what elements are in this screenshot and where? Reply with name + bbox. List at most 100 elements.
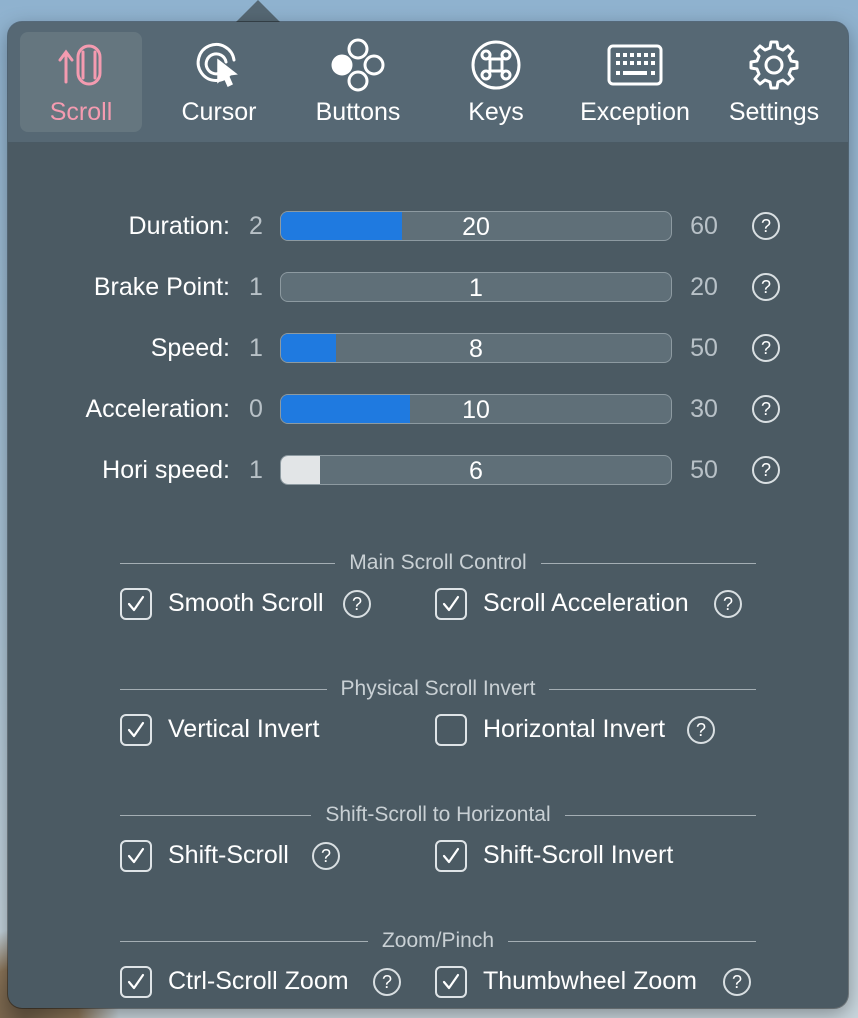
slider-max: 20 <box>690 273 718 301</box>
tab-label: Settings <box>728 98 820 126</box>
checkmark-icon <box>127 595 145 612</box>
help-button[interactable]: ? <box>723 968 751 996</box>
help-button[interactable]: ? <box>752 395 780 423</box>
speed-slider[interactable]: 8 <box>280 333 672 363</box>
brake-point-slider[interactable]: 1 <box>280 272 672 302</box>
duration-slider[interactable]: 20 <box>280 211 672 241</box>
scroll-settings-popover: Scroll Cursor Buttons Keys Exception Set… <box>8 22 848 1008</box>
slider-row-hori-speed: Hori speed: 1 6 50 ? <box>8 454 848 486</box>
slider-max: 50 <box>690 334 718 362</box>
help-button[interactable]: ? <box>687 716 715 744</box>
slider-label: Speed: <box>150 334 230 362</box>
help-button[interactable]: ? <box>752 212 780 240</box>
slider-value: 20 <box>462 213 490 241</box>
checkbox-label: Thumbwheel Zoom <box>483 967 697 995</box>
help-button[interactable]: ? <box>752 273 780 301</box>
section-title: Zoom/Pinch <box>367 929 509 952</box>
checkmark-icon <box>442 973 460 990</box>
slider-min: 1 <box>249 273 263 301</box>
help-button[interactable]: ? <box>343 590 371 618</box>
slider-max: 60 <box>690 212 718 240</box>
scroll-settings-content: Duration: 2 20 60 ? Brake Point: 1 1 20 … <box>8 143 848 1008</box>
checkmark-icon <box>127 973 145 990</box>
slider-min: 2 <box>249 212 263 240</box>
checkbox-box[interactable] <box>435 840 467 872</box>
slider-label: Duration: <box>128 212 230 240</box>
section-header-zoom-pinch: Zoom/Pinch <box>120 929 756 953</box>
checkbox-label: Shift-Scroll Invert <box>483 841 674 869</box>
shift-scroll-checkbox[interactable]: Shift-Scroll ? <box>120 840 380 874</box>
scroll-acceleration-checkbox[interactable]: Scroll Acceleration ? <box>435 588 755 622</box>
tab-label: Cursor <box>181 98 257 126</box>
horizontal-invert-checkbox[interactable]: Horizontal Invert ? <box>435 714 755 748</box>
slider-row-acceleration: Acceleration: 0 10 30 ? <box>8 393 848 425</box>
command-key-icon <box>435 38 557 92</box>
slider-value: 10 <box>462 396 490 424</box>
shift-scroll-invert-checkbox[interactable]: Shift-Scroll Invert <box>435 840 755 874</box>
help-button[interactable]: ? <box>714 590 742 618</box>
checkbox-box[interactable] <box>120 966 152 998</box>
help-button[interactable]: ? <box>373 968 401 996</box>
slider-label: Brake Point: <box>93 273 230 301</box>
section-title: Main Scroll Control <box>335 551 541 574</box>
tab-buttons[interactable]: Buttons <box>297 32 419 132</box>
tab-label: Keys <box>468 98 524 126</box>
cursor-icon <box>158 38 280 92</box>
checkbox-label: Ctrl-Scroll Zoom <box>168 967 349 995</box>
slider-value: 8 <box>469 335 483 363</box>
checkbox-label: Scroll Acceleration <box>483 589 689 617</box>
slider-max: 30 <box>690 395 718 423</box>
hori-speed-slider[interactable]: 6 <box>280 455 672 485</box>
checkbox-label: Horizontal Invert <box>483 715 666 743</box>
slider-row-duration: Duration: 2 20 60 ? <box>8 210 848 242</box>
tab-exception[interactable]: Exception <box>574 32 696 132</box>
tab-label: Buttons <box>315 98 401 126</box>
tab-keys[interactable]: Keys <box>435 32 557 132</box>
slider-value: 1 <box>469 274 483 302</box>
tab-cursor[interactable]: Cursor <box>158 32 280 132</box>
section-header-physical-scroll-invert: Physical Scroll Invert <box>120 677 756 701</box>
section-header-main-scroll-control: Main Scroll Control <box>120 551 756 575</box>
tab-scroll[interactable]: Scroll <box>20 32 142 132</box>
smooth-scroll-checkbox[interactable]: Smooth Scroll ? <box>120 588 380 622</box>
acceleration-slider[interactable]: 10 <box>280 394 672 424</box>
help-button[interactable]: ? <box>752 456 780 484</box>
thumbwheel-zoom-checkbox[interactable]: Thumbwheel Zoom ? <box>435 966 755 1000</box>
checkbox-box[interactable] <box>120 588 152 620</box>
help-button[interactable]: ? <box>752 334 780 362</box>
section-header-shift-scroll: Shift-Scroll to Horizontal <box>120 803 756 827</box>
checkbox-box[interactable] <box>120 714 152 746</box>
tab-settings[interactable]: Settings <box>713 32 835 132</box>
slider-row-speed: Speed: 1 8 50 ? <box>8 332 848 364</box>
keyboard-icon <box>574 38 696 92</box>
checkbox-box[interactable] <box>435 588 467 620</box>
slider-value: 6 <box>469 457 483 485</box>
ctrl-scroll-zoom-checkbox[interactable]: Ctrl-Scroll Zoom ? <box>120 966 410 1000</box>
slider-label: Acceleration: <box>85 395 230 423</box>
slider-min: 1 <box>249 334 263 362</box>
tab-label: Exception <box>580 98 690 126</box>
section-title: Physical Scroll Invert <box>326 677 550 700</box>
vertical-invert-checkbox[interactable]: Vertical Invert <box>120 714 380 748</box>
slider-min: 1 <box>249 456 263 484</box>
checkbox-box[interactable] <box>435 714 467 746</box>
checkmark-icon <box>127 721 145 738</box>
checkmark-icon <box>442 847 460 864</box>
gear-icon <box>713 38 835 92</box>
slider-label: Hori speed: <box>102 456 230 484</box>
section-title: Shift-Scroll to Horizontal <box>311 803 565 826</box>
help-button[interactable]: ? <box>312 842 340 870</box>
popover-arrow <box>236 0 280 22</box>
scroll-icon <box>20 38 142 92</box>
slider-min: 0 <box>249 395 263 423</box>
preferences-toolbar: Scroll Cursor Buttons Keys Exception Set… <box>8 22 848 143</box>
slider-max: 50 <box>690 456 718 484</box>
checkbox-label: Smooth Scroll <box>168 589 324 617</box>
checkbox-box[interactable] <box>120 840 152 872</box>
checkbox-box[interactable] <box>435 966 467 998</box>
buttons-icon <box>297 38 419 92</box>
tab-label: Scroll <box>49 98 113 126</box>
checkbox-label: Vertical Invert <box>168 715 320 743</box>
slider-row-brake-point: Brake Point: 1 1 20 ? <box>8 271 848 303</box>
checkmark-icon <box>127 847 145 864</box>
